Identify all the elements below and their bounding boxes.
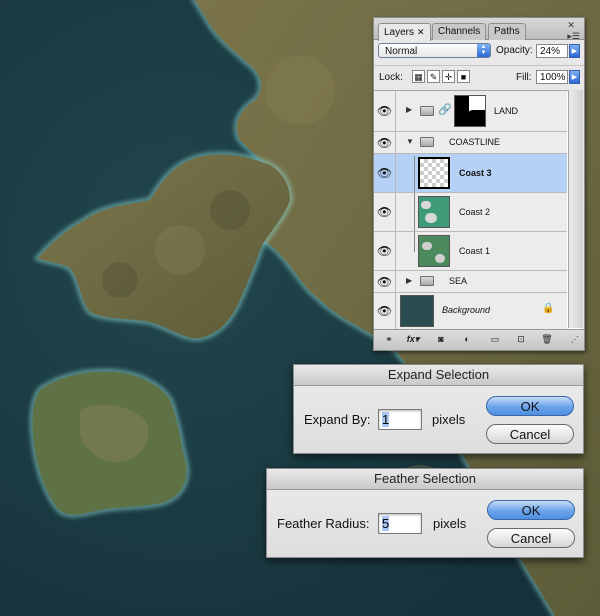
fill-slider-arrow-icon[interactable]: ▶ [569, 70, 580, 84]
fill-value: 100% [540, 72, 566, 83]
feather-radius-label: Feather Radius: [277, 516, 370, 531]
eye-icon[interactable]: 👁 [374, 132, 396, 153]
panel-tab-bar: Layers ✕ Channels Paths ✕ ▸☰ [374, 18, 584, 42]
layer-thumbnail [418, 157, 450, 189]
layer-row-coast-2[interactable]: 👁 Coast 2 [374, 193, 567, 232]
tab-paths[interactable]: Paths [488, 23, 526, 40]
layer-list: 👁 ▶ 🔗 LAND 👁 ▼ COASTLINE 👁 Coast 3 👁 Coa… [374, 90, 582, 329]
feather-radius-value: 5 [382, 516, 390, 531]
layer-name: Background [442, 305, 491, 315]
island [29, 368, 190, 518]
expand-triangle-icon[interactable]: ▶ [406, 276, 412, 285]
opacity-value: 24% [540, 46, 561, 57]
lock-transparent-icon[interactable]: ▦ [412, 70, 425, 83]
layer-list-scrollbar[interactable] [568, 90, 583, 328]
group-indent-line [414, 232, 415, 252]
feather-radius-input[interactable]: 5 [378, 513, 422, 534]
ok-button[interactable]: OK [486, 396, 574, 416]
expand-unit-label: pixels [432, 412, 466, 427]
layer-row-coast-1[interactable]: 👁 Coast 1 [374, 232, 567, 271]
expand-by-label: Expand By: [304, 412, 371, 427]
trash-icon[interactable]: 🗑 [538, 333, 556, 346]
layer-row-coast-3[interactable]: 👁 Coast 3 [374, 154, 567, 193]
feather-selection-dialog: Feather Selection Feather Radius: 5 pixe… [266, 468, 584, 558]
add-mask-icon[interactable]: ◙ [432, 333, 450, 346]
eye-icon[interactable]: 👁 [374, 232, 396, 270]
lock-row: Lock: ▦ ✎ ✛ ■ Fill: 100% ▶ [374, 65, 584, 90]
panel-bottom-toolbar: ⚭ fx▾ ◙ ◐ ▭ ⊡ 🗑 ⋰ [374, 329, 584, 350]
layer-name: LAND [494, 106, 519, 116]
lock-image-icon[interactable]: ✎ [427, 70, 440, 83]
group-indent-line [414, 156, 415, 192]
cancel-button[interactable]: Cancel [487, 528, 575, 548]
eye-icon[interactable]: 👁 [374, 154, 396, 192]
layer-mask-thumbnail [454, 95, 486, 127]
layer-name: Coast 2 [459, 207, 491, 217]
opacity-slider-arrow-icon[interactable]: ▶ [569, 44, 580, 58]
resize-grip-icon[interactable]: ⋰ [566, 333, 584, 346]
expand-by-input[interactable]: 1 [378, 409, 422, 430]
opacity-input[interactable]: 24% [536, 44, 568, 58]
fx-label: fx [406, 334, 415, 344]
fx-button[interactable]: fx▾ [404, 333, 422, 346]
eye-icon[interactable]: 👁 [374, 91, 396, 131]
new-layer-icon[interactable]: ⊡ [512, 333, 530, 346]
blend-mode-value: Normal [385, 46, 418, 57]
fill-input[interactable]: 100% [536, 70, 568, 84]
fill-label: Fill: [516, 72, 532, 83]
panel-menu-icon[interactable]: ✕ ▸☰ [567, 20, 580, 42]
group-indent-line [414, 193, 415, 231]
layer-row-coastline[interactable]: 👁 ▼ COASTLINE [374, 132, 567, 154]
new-group-icon[interactable]: ▭ [486, 333, 504, 346]
folder-icon [420, 276, 434, 286]
adjustment-layer-icon[interactable]: ◐ [458, 333, 476, 346]
expand-triangle-icon[interactable]: ▶ [406, 105, 412, 114]
layer-name: Coast 1 [459, 246, 491, 256]
tab-channels-label: Channels [438, 26, 481, 37]
layer-name: Coast 3 [459, 168, 492, 178]
expand-selection-dialog: Expand Selection Expand By: 1 pixels OK … [293, 364, 584, 454]
tab-layers[interactable]: Layers ✕ [378, 23, 431, 41]
layer-thumbnail [400, 295, 434, 327]
layers-panel: Layers ✕ Channels Paths ✕ ▸☰ Normal ▲ ▼ Opa… [373, 17, 585, 351]
cancel-button[interactable]: Cancel [486, 424, 574, 444]
tab-paths-label: Paths [494, 26, 520, 37]
blend-mode-select[interactable]: Normal ▲ ▼ [378, 43, 491, 58]
layer-name: SEA [449, 276, 468, 286]
opacity-label: Opacity: [496, 45, 533, 56]
layer-row-land[interactable]: 👁 ▶ 🔗 LAND [374, 91, 567, 132]
link-icon: 🔗 [438, 104, 452, 116]
eye-icon[interactable]: 👁 [374, 193, 396, 231]
dialog-title: Expand Selection [294, 365, 583, 386]
ok-button[interactable]: OK [487, 500, 575, 520]
tab-layers-label: Layers [384, 27, 415, 38]
folder-icon [420, 137, 434, 147]
layer-name: COASTLINE [449, 137, 501, 147]
dialog-title: Feather Selection [267, 469, 583, 490]
eye-icon[interactable]: 👁 [374, 293, 396, 329]
feather-unit-label: pixels [433, 516, 467, 531]
lock-label: Lock: [379, 72, 403, 83]
layer-row-background[interactable]: 👁 Background 🔒 [374, 293, 567, 329]
tab-close-icon[interactable]: ✕ [417, 27, 425, 37]
layer-thumbnail [418, 196, 450, 228]
expand-by-value: 1 [382, 412, 390, 427]
blend-row: Normal ▲ ▼ Opacity: 24% ▶ [374, 40, 584, 64]
folder-icon [420, 106, 434, 116]
dropdown-arrows-icon: ▲ ▼ [477, 44, 490, 57]
eye-icon[interactable]: 👁 [374, 271, 396, 292]
link-layers-icon[interactable]: ⚭ [380, 333, 398, 346]
layer-row-sea[interactable]: 👁 ▶ SEA [374, 271, 567, 293]
lock-position-icon[interactable]: ✛ [442, 70, 455, 83]
collapse-triangle-icon[interactable]: ▼ [406, 137, 414, 146]
tab-channels[interactable]: Channels [432, 23, 487, 40]
lock-icon: 🔒 [542, 303, 555, 314]
lock-all-icon[interactable]: ■ [457, 70, 470, 83]
layer-thumbnail [418, 235, 450, 267]
